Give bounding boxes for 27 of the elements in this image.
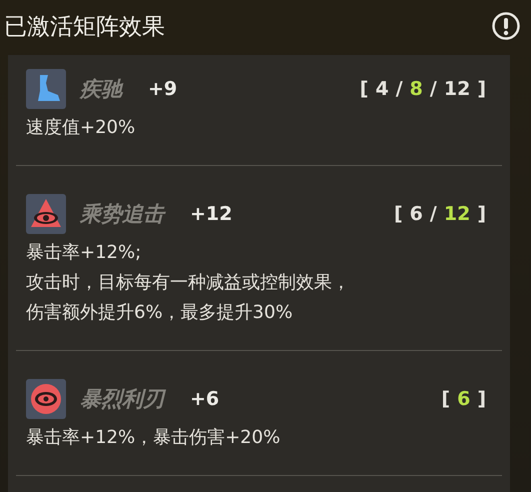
threshold-value: 12 bbox=[444, 78, 470, 100]
threshold-value: 6 bbox=[410, 203, 423, 225]
effect-name: 暴烈利刃 bbox=[80, 386, 164, 413]
info-icon[interactable] bbox=[491, 11, 521, 41]
separator: / bbox=[430, 203, 437, 225]
bonus-value: +6 bbox=[190, 388, 220, 410]
bracket: ] bbox=[477, 388, 486, 410]
boot-icon bbox=[26, 69, 66, 109]
threshold-value: 8 bbox=[410, 78, 423, 100]
effect-description: 暴击率+12%; 攻击时，目标每有一种减益或控制效果， 伤害额外提升6%，最多提升30% bbox=[26, 241, 351, 325]
bracket: ] bbox=[477, 203, 486, 225]
threshold-value: 6 bbox=[457, 388, 470, 410]
bracket: [ bbox=[441, 388, 450, 410]
panel-title: 已激活矩阵效果 bbox=[4, 12, 165, 42]
bracket: [ bbox=[360, 78, 368, 100]
effect-name: 疾驰 bbox=[80, 76, 122, 103]
bracket: [ bbox=[394, 203, 403, 225]
effect-name: 乘势追击 bbox=[80, 201, 164, 228]
threshold-value: 4 bbox=[375, 78, 389, 100]
effect-description: 暴击率+12%，暴击伤害+20% bbox=[26, 426, 282, 450]
separator: / bbox=[430, 78, 437, 100]
threshold-value: 12 bbox=[444, 203, 470, 225]
bonus-value: +12 bbox=[190, 203, 232, 225]
effect-description: 速度值+20% bbox=[26, 116, 136, 140]
separator: / bbox=[396, 78, 403, 100]
bonus-value: +9 bbox=[148, 78, 178, 100]
bracket: ] bbox=[477, 78, 486, 100]
